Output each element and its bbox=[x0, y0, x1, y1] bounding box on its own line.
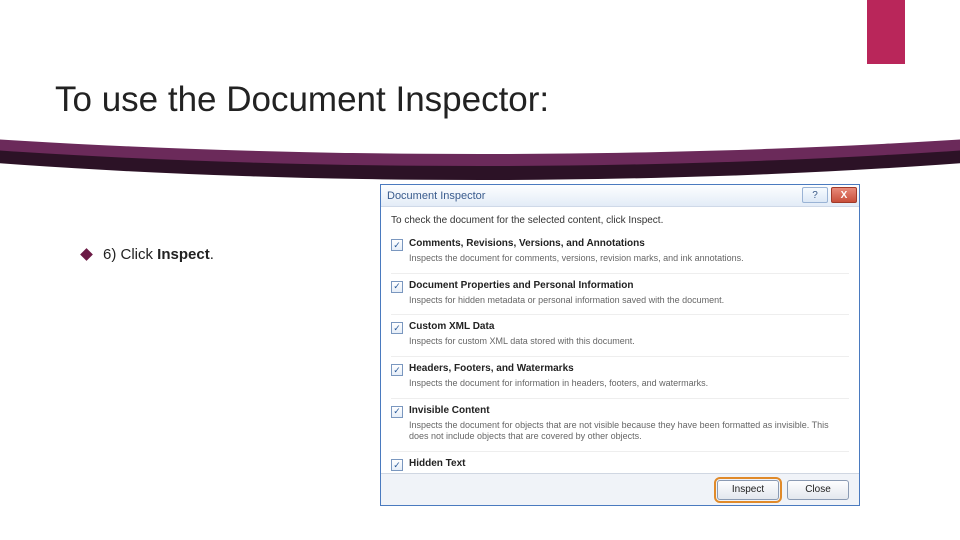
checkbox-xml[interactable]: ✓ bbox=[391, 322, 403, 334]
document-inspector-dialog: Document Inspector ? X To check the docu… bbox=[380, 184, 860, 506]
slide-title: To use the Document Inspector: bbox=[55, 80, 549, 120]
option-desc: Inspects for hidden metadata or personal… bbox=[409, 295, 849, 307]
option-xml: ✓ Custom XML Data Inspects for custom XM… bbox=[391, 315, 849, 357]
option-title: Comments, Revisions, Versions, and Annot… bbox=[409, 238, 645, 249]
option-headers: ✓ Headers, Footers, and Watermarks Inspe… bbox=[391, 357, 849, 399]
bullet-icon bbox=[80, 248, 93, 261]
option-desc: Inspects for custom XML data stored with… bbox=[409, 336, 849, 348]
close-button[interactable]: Close bbox=[787, 480, 849, 500]
help-icon: ? bbox=[812, 190, 818, 201]
inspector-options: ✓ Comments, Revisions, Versions, and Ann… bbox=[381, 232, 859, 478]
option-desc: Inspects the document for information in… bbox=[409, 378, 849, 390]
option-comments: ✓ Comments, Revisions, Versions, and Ann… bbox=[391, 232, 849, 274]
option-title: Document Properties and Personal Informa… bbox=[409, 280, 633, 291]
inspect-button[interactable]: Inspect bbox=[717, 480, 779, 500]
option-title: Headers, Footers, and Watermarks bbox=[409, 363, 574, 374]
titlebar-buttons: ? X bbox=[802, 187, 857, 203]
checkbox-invisible[interactable]: ✓ bbox=[391, 406, 403, 418]
inspect-button-label: Inspect bbox=[732, 484, 764, 495]
close-window-button[interactable]: X bbox=[831, 187, 857, 203]
close-icon: X bbox=[841, 190, 848, 201]
help-button[interactable]: ? bbox=[802, 187, 828, 203]
checkbox-hidden-text[interactable]: ✓ bbox=[391, 459, 403, 471]
option-title: Custom XML Data bbox=[409, 321, 494, 332]
bullet-bold: Inspect bbox=[157, 246, 210, 263]
option-invisible: ✓ Invisible Content Inspects the documen… bbox=[391, 399, 849, 452]
checkbox-headers[interactable]: ✓ bbox=[391, 364, 403, 376]
bullet-suffix: . bbox=[210, 246, 214, 263]
bullet-prefix: 6) Click bbox=[103, 246, 157, 263]
dialog-title: Document Inspector bbox=[387, 190, 485, 202]
option-title: Invisible Content bbox=[409, 405, 490, 416]
close-button-label: Close bbox=[805, 484, 831, 495]
checkbox-comments[interactable]: ✓ bbox=[391, 239, 403, 251]
dialog-titlebar[interactable]: Document Inspector ? X bbox=[381, 185, 859, 207]
option-title: Hidden Text bbox=[409, 458, 465, 469]
accent-tab bbox=[867, 0, 905, 64]
option-desc: Inspects the document for comments, vers… bbox=[409, 253, 849, 265]
dialog-instruction: To check the document for the selected c… bbox=[381, 207, 859, 232]
dialog-footer: Inspect Close bbox=[381, 473, 859, 505]
checkbox-properties[interactable]: ✓ bbox=[391, 281, 403, 293]
option-desc: Inspects the document for objects that a… bbox=[409, 420, 849, 443]
bullet-text: 6) Click Inspect. bbox=[103, 246, 214, 263]
option-properties: ✓ Document Properties and Personal Infor… bbox=[391, 274, 849, 316]
bullet-item: 6) Click Inspect. bbox=[82, 246, 214, 263]
